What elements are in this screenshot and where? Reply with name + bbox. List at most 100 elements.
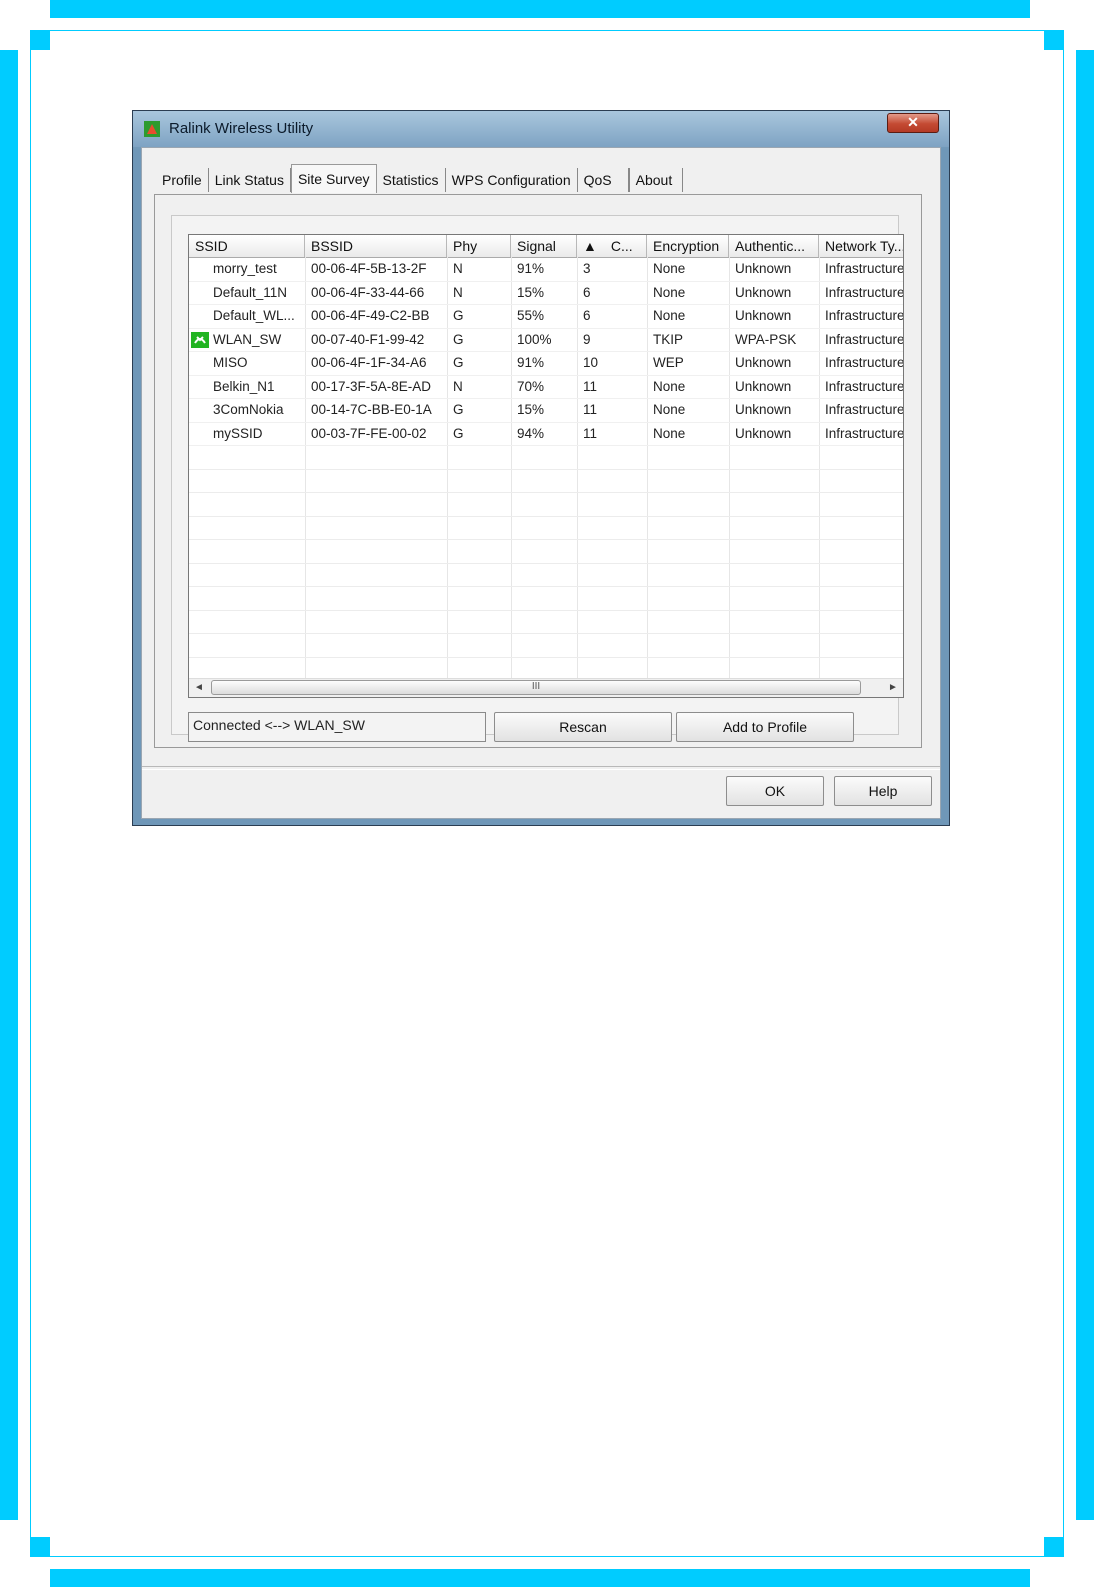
cell-ssid: morry_test <box>213 261 277 276</box>
cell-network-type: Infrastructure <box>825 261 904 276</box>
add-to-profile-button[interactable]: Add to Profile <box>676 712 854 742</box>
cell-network-type: Infrastructure <box>825 425 904 441</box>
ok-button[interactable]: OK <box>726 776 824 806</box>
cell-channel: 3 <box>583 261 591 276</box>
column-header-authentication[interactable]: Authentic... <box>729 235 819 257</box>
cell-bssid: 00-03-7F-FE-00-02 <box>311 425 427 441</box>
empty-table-row <box>189 564 903 587</box>
cell-signal: 91% <box>517 355 545 370</box>
cell-phy: N <box>453 284 463 300</box>
tab-link-status[interactable]: Link Status <box>209 168 291 192</box>
survey-group: SSID BSSID Phy Signal ▲ C... Encryption A… <box>171 215 904 742</box>
cell-channel: 11 <box>583 378 598 394</box>
title-bar[interactable]: Ralink Wireless Utility ✕ <box>133 111 949 147</box>
cell-ssid: 3ComNokia <box>213 402 284 417</box>
cell-bssid: 00-06-4F-5B-13-2F <box>311 261 427 276</box>
cell-authentication: WPA-PSK <box>735 331 797 347</box>
table-row[interactable]: WLAN_SW 00-07-40-F1-99-42 G 100% 9 TKIP WPA-PS… <box>189 329 904 352</box>
column-header-phy[interactable]: Phy <box>447 235 511 257</box>
tab-about[interactable]: About <box>628 168 684 192</box>
column-header-ssid[interactable]: SSID <box>189 235 305 257</box>
cell-channel: 6 <box>583 308 591 323</box>
cell-channel: 9 <box>583 331 591 347</box>
column-header-signal[interactable]: Signal <box>511 235 577 257</box>
column-header-channel[interactable]: ▲ C... <box>577 235 647 257</box>
cell-encryption: None <box>653 402 686 417</box>
empty-table-row <box>189 611 903 634</box>
window-title: Ralink Wireless Utility <box>169 120 314 137</box>
cell-signal: 15% <box>517 284 545 300</box>
table-row[interactable]: 3ComNokia 00-14-7C-BB-E0-1A G 15% 11 None Unkn… <box>189 399 904 423</box>
cell-signal: 94% <box>517 425 545 441</box>
tab-profile[interactable]: Profile <box>156 168 209 192</box>
cell-bssid: 00-06-4F-49-C2-BB <box>311 308 430 323</box>
cell-authentication: Unknown <box>735 308 792 323</box>
column-header-bssid[interactable]: BSSID <box>305 235 447 257</box>
table-row[interactable]: Default_WL... 00-06-4F-49-C2-BB G 55% 6 None U… <box>189 305 903 329</box>
cell-ssid: Default_11N <box>213 284 288 300</box>
cell-authentication: Unknown <box>735 261 792 276</box>
cell-bssid: 00-06-4F-1F-34-A6 <box>311 355 427 370</box>
cell-encryption: WEP <box>653 355 684 370</box>
help-button[interactable]: Help <box>834 776 932 806</box>
site-survey-list[interactable]: SSID BSSID Phy Signal ▲ C... Encryption A… <box>188 234 904 698</box>
connection-status-field: Connected <--> WLAN_SW <box>188 712 486 742</box>
cell-ssid: MISO <box>213 355 248 370</box>
column-header-encryption[interactable]: Encryption <box>647 235 729 257</box>
tab-site-survey[interactable]: Site Survey <box>290 164 377 193</box>
connected-network-icon <box>191 331 209 348</box>
cell-signal: 55% <box>517 308 545 323</box>
cell-channel: 6 <box>583 284 591 300</box>
cell-signal: 70% <box>517 378 545 394</box>
empty-table-row <box>189 540 903 564</box>
cell-encryption: None <box>653 284 686 300</box>
cell-network-type: Infrastructure <box>825 284 904 300</box>
tab-wps-configuration[interactable]: WPS Configuration <box>446 168 578 192</box>
sort-ascending-icon: ▲ <box>583 238 597 254</box>
cell-network-type: Infrastructure <box>825 402 904 417</box>
cell-network-type: Infrastructure <box>825 331 904 347</box>
tab-strip: Profile Link Status Site Survey Statisti… <box>156 164 684 193</box>
ralink-utility-window: Ralink Wireless Utility ✕ Profile Link S… <box>132 110 950 826</box>
tab-statistics[interactable]: Statistics <box>377 168 446 192</box>
column-header-channel-label: C... <box>610 238 633 254</box>
cell-bssid: 00-17-3F-5A-8E-AD <box>311 378 432 394</box>
cell-signal: 15% <box>517 402 545 417</box>
ralink-app-icon <box>144 121 160 137</box>
cell-authentication: Unknown <box>735 425 792 441</box>
cell-ssid: mySSID <box>213 425 263 441</box>
empty-table-row <box>189 634 903 658</box>
tab-qos[interactable]: QoS <box>578 168 629 192</box>
cell-phy: N <box>453 378 463 394</box>
cell-encryption: None <box>653 425 686 441</box>
cell-bssid: 00-06-4F-33-44-66 <box>311 284 425 300</box>
table-row[interactable]: Default_11N 00-06-4F-33-44-66 N 15% 6 None Unk… <box>189 282 904 305</box>
scroll-right-icon[interactable]: ► <box>885 681 901 695</box>
cell-channel: 11 <box>583 425 598 441</box>
cell-channel: 11 <box>583 402 598 417</box>
empty-table-row <box>189 470 903 493</box>
close-button[interactable]: ✕ <box>887 113 939 133</box>
rescan-button[interactable]: Rescan <box>494 712 672 742</box>
cell-encryption: None <box>653 308 686 323</box>
scroll-thumb[interactable]: III <box>211 680 861 695</box>
cell-encryption: None <box>653 378 686 394</box>
column-header-network-type[interactable]: Network Ty... <box>819 235 903 257</box>
cell-authentication: Unknown <box>735 378 792 394</box>
site-survey-panel: SSID BSSID Phy Signal ▲ C... Encryption A… <box>154 194 922 748</box>
horizontal-scrollbar[interactable]: ◄ III ► <box>189 678 903 697</box>
table-row[interactable]: morry_test 00-06-4F-5B-13-2F N 91% 3 None Unkn… <box>189 258 904 282</box>
scroll-left-icon[interactable]: ◄ <box>191 681 207 695</box>
cell-channel: 10 <box>583 355 599 370</box>
list-header: SSID BSSID Phy Signal ▲ C... Encryption A… <box>189 235 903 258</box>
table-row[interactable]: MISO 00-06-4F-1F-34-A6 G 91% 10 WEP Unknown Inf… <box>189 352 903 376</box>
cell-authentication: Unknown <box>735 355 792 370</box>
table-row[interactable]: Belkin_N1 00-17-3F-5A-8E-AD N 70% 11 None Unkn… <box>189 376 903 399</box>
cell-encryption: TKIP <box>653 331 684 347</box>
cell-bssid: 00-14-7C-BB-E0-1A <box>311 402 432 417</box>
cell-ssid: Default_WL... <box>213 308 295 323</box>
cell-phy: G <box>453 308 464 323</box>
cell-encryption: None <box>653 261 686 276</box>
table-row[interactable]: mySSID 00-03-7F-FE-00-02 G 94% 11 None Unknown… <box>189 423 904 446</box>
cell-signal: 91% <box>517 261 545 276</box>
